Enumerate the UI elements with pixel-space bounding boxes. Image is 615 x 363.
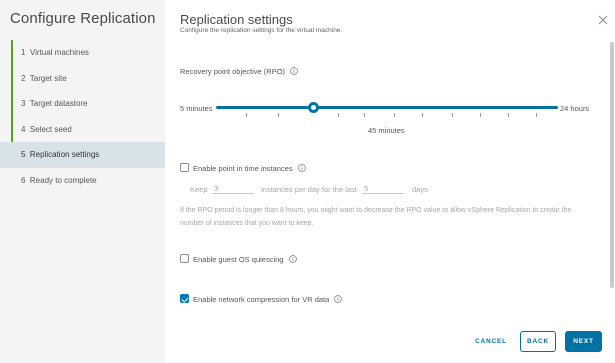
step-label: Replication settings — [29, 150, 100, 159]
slider-tick — [452, 113, 453, 117]
keep-label: Keep — [190, 185, 208, 194]
slider-track — [216, 106, 558, 109]
step-number: 1 — [21, 48, 26, 57]
rpo-label-row: Recovery point objective (RPO) — [180, 67, 298, 76]
quiescing-label-row: Enable guest OS quiescing — [193, 255, 297, 264]
back-button[interactable]: BACK — [520, 331, 556, 352]
compression-checkbox[interactable] — [180, 294, 189, 303]
rpo-value-label: 45 minutes — [368, 126, 405, 135]
pit-checkbox[interactable] — [180, 163, 189, 172]
step-label: Ready to complete — [29, 175, 97, 185]
step-number: 4 — [21, 124, 26, 134]
close-icon[interactable] — [597, 13, 609, 25]
wizard-step-target-site[interactable]: 2 Target site — [0, 65, 165, 92]
wizard-step-select-seed[interactable]: 4 Select seed — [0, 116, 165, 143]
wizard-steps: 1 Virtual machines 2 Target site 3 Targe… — [0, 40, 165, 193]
wizard-sidebar: Configure Replication 1 Virtual machines… — [0, 0, 165, 363]
page-subtitle: Configure the replication settings for t… — [180, 27, 343, 34]
rpo-min-label: 5 minutes — [180, 104, 213, 113]
wizard-step-virtual-machines[interactable]: 1 Virtual machines — [0, 40, 165, 66]
wizard-step-ready-to-complete[interactable]: 6 Ready to complete — [0, 168, 165, 194]
step-label: Target site — [29, 73, 67, 83]
next-button[interactable]: NEXT — [565, 331, 602, 352]
slider-tick — [422, 113, 423, 117]
cancel-button[interactable]: CANCEL — [471, 331, 511, 352]
slider-tick — [364, 113, 365, 117]
scrollbar[interactable] — [610, 42, 614, 288]
wizard-title: Configure Replication — [10, 10, 156, 27]
wizard-step-target-datastore[interactable]: 3 Target datastore — [0, 91, 165, 117]
slider-tick — [394, 113, 395, 117]
page-title: Replication settings — [180, 12, 293, 27]
step-label: Select seed — [29, 124, 72, 134]
info-icon[interactable] — [288, 255, 297, 263]
rpo-label: Recovery point objective (RPO) — [180, 67, 286, 76]
step-number: 5 — [21, 150, 26, 159]
days-label: days — [412, 185, 428, 194]
slider-tick — [246, 113, 247, 117]
step-number: 2 — [21, 73, 26, 83]
slider-tick — [508, 113, 509, 117]
slider-handle[interactable] — [307, 102, 319, 113]
info-icon[interactable] — [290, 67, 298, 75]
info-icon[interactable] — [334, 295, 343, 303]
per-day-label: instances per day for the last — [261, 185, 357, 194]
step-number: 6 — [21, 175, 26, 185]
info-icon[interactable] — [297, 164, 306, 172]
compression-label-row: Enable network compression for VR data — [193, 295, 343, 304]
keep-instances-input[interactable] — [212, 183, 254, 194]
quiescing-checkbox[interactable] — [180, 254, 189, 263]
rpo-max-label: 24 hours — [560, 104, 590, 113]
days-input[interactable] — [362, 183, 404, 194]
main-panel: Replication settings Configure the repli… — [165, 0, 615, 363]
wizard-step-replication-settings[interactable]: 5 Replication settings — [0, 142, 165, 168]
quiescing-label: Enable guest OS quiescing — [193, 255, 284, 264]
compression-label: Enable network compression for VR data — [193, 295, 330, 304]
pit-label-row: Enable point in time instances — [193, 164, 306, 173]
pit-help-text: If the RPO period is longer than 8 hours… — [180, 207, 572, 227]
step-label: Target datastore — [29, 99, 88, 108]
slider-tick — [536, 113, 537, 117]
pit-label: Enable point in time instances — [193, 164, 293, 173]
slider-tick — [480, 113, 481, 117]
rpo-slider[interactable] — [216, 101, 558, 117]
step-label: Virtual machines — [29, 48, 89, 57]
step-number: 3 — [21, 99, 26, 108]
slider-tick — [338, 113, 339, 117]
slider-tick — [278, 113, 279, 117]
